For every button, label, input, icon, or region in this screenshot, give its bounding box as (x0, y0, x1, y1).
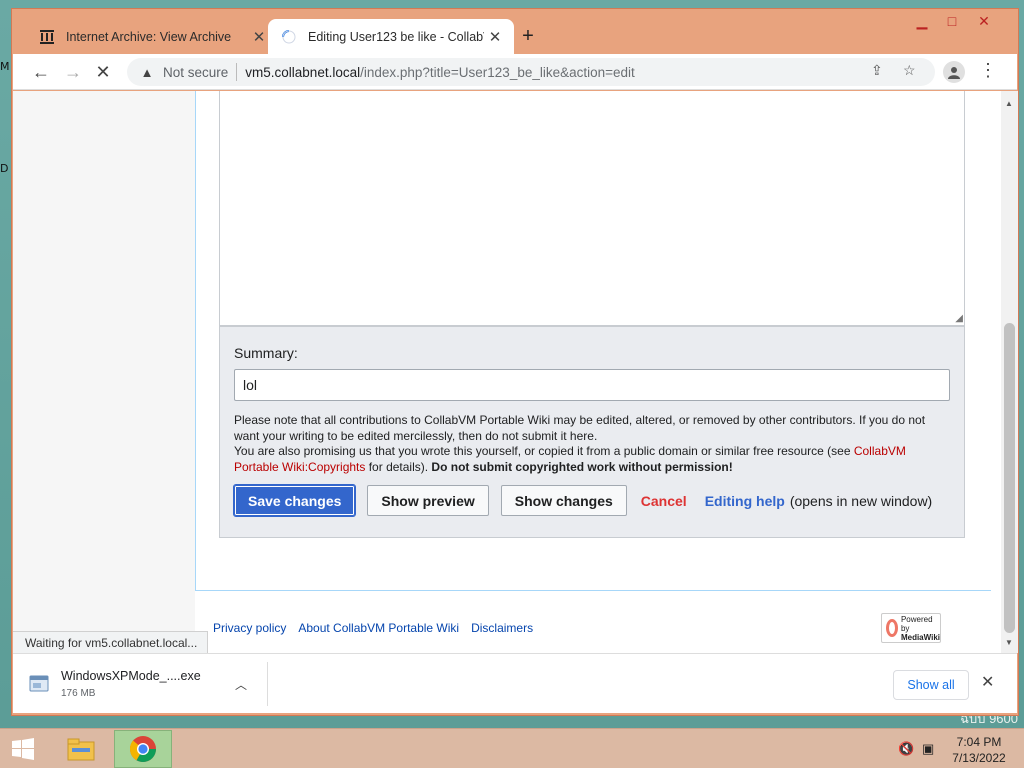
summary-input[interactable] (234, 369, 950, 401)
save-changes-button[interactable]: Save changes (232, 484, 357, 517)
scroll-up-icon[interactable]: ▲ (1005, 99, 1013, 108)
profile-avatar-icon[interactable] (943, 61, 965, 83)
editing-help-link[interactable]: Editing help (705, 493, 785, 509)
privacy-policy-link[interactable]: Privacy policy (213, 621, 286, 635)
minimize-icon[interactable]: ▁ (907, 13, 937, 30)
page-viewport: ◢ Summary: Please note that all contribu… (13, 91, 1001, 653)
show-preview-button[interactable]: Show preview (367, 485, 489, 516)
show-changes-button[interactable]: Show changes (500, 485, 627, 516)
download-file-name: WindowsXPMode_....exe (61, 669, 201, 683)
address-bar[interactable]: ▲ Not secure vm5.collabnet.local /index.… (127, 58, 935, 86)
show-all-button[interactable]: Show all (893, 670, 969, 700)
close-download-bar-icon[interactable]: ✕ (981, 672, 994, 692)
browser-toolbar: ← → ✕ ▲ Not secure vm5.collabnet.local /… (13, 54, 1017, 90)
copyright-note: Please note that all contributions to Co… (234, 413, 950, 475)
download-bar: WindowsXPMode_....exe 176 MB ︿ Show all … (13, 653, 1017, 713)
clock-date: 7/13/2022 (952, 751, 1006, 765)
download-separator (267, 662, 268, 706)
desktop-fragment-d: D (0, 162, 9, 175)
tab-editing-page[interactable]: Editing User123 be like - CollabV ✕ (268, 19, 514, 54)
close-tab-icon[interactable]: ✕ (248, 28, 270, 46)
resize-handle-icon[interactable]: ◢ (955, 313, 963, 324)
scroll-down-icon[interactable]: ▼ (1005, 638, 1013, 647)
taskbar: 🔇 ▣ 7:04 PM 7/13/2022 (0, 728, 1024, 768)
powered-line2: MediaWiki (900, 632, 940, 642)
executable-file-icon (27, 672, 51, 696)
archive-icon (38, 28, 56, 46)
volume-muted-icon[interactable]: 🔇 (898, 741, 914, 757)
forward-arrow-icon[interactable]: → (61, 60, 85, 84)
browser-window: Internet Archive: View Archive ✕ Editing… (11, 8, 1019, 716)
about-link[interactable]: About CollabVM Portable Wiki (298, 621, 459, 635)
summary-label: Summary: (234, 345, 298, 361)
note-text: for details). (365, 459, 432, 474)
tab-title: Internet Archive: View Archive (66, 29, 232, 44)
footer-links: Privacy policy About CollabVM Portable W… (213, 621, 533, 635)
disclaimers-link[interactable]: Disclaimers (471, 621, 533, 635)
download-item[interactable]: WindowsXPMode_....exe 176 MB (27, 660, 255, 708)
windows-start-icon[interactable] (6, 735, 40, 763)
page-scrollbar[interactable]: ▲ ▼ (1001, 91, 1018, 653)
edit-options: Summary: Please note that all contributi… (219, 326, 965, 538)
note-text: You are also promising us that you wrote… (234, 444, 854, 458)
mediawiki-logo-icon (886, 619, 898, 637)
wiki-sidebar (13, 91, 195, 653)
maximize-icon[interactable]: □ (937, 13, 967, 29)
desktop-fragment-m: M (0, 60, 10, 73)
stop-loading-icon[interactable]: ✕ (91, 60, 115, 84)
cancel-link[interactable]: Cancel (641, 493, 687, 509)
close-tab-icon[interactable]: ✕ (484, 28, 506, 46)
download-file-size: 176 MB (61, 688, 96, 699)
chrome-icon[interactable] (114, 730, 172, 768)
loading-spinner-icon (280, 28, 298, 46)
clock-time: 7:04 PM (956, 735, 1002, 749)
note-text: Please note that all contributions to Co… (234, 413, 926, 443)
security-label[interactable]: Not secure (163, 65, 228, 80)
chevron-up-icon[interactable]: ︿ (235, 676, 247, 693)
new-tab-button[interactable]: + (516, 25, 540, 48)
url-host[interactable]: vm5.collabnet.local (245, 65, 360, 80)
network-icon[interactable]: ▣ (922, 741, 934, 757)
powered-line1: Powered by (900, 614, 933, 633)
bookmark-star-icon[interactable]: ☆ (903, 62, 916, 79)
menu-kebab-icon[interactable]: ⋮ (979, 60, 997, 81)
warning-icon[interactable]: ▲ (139, 65, 155, 80)
file-explorer-icon[interactable] (52, 730, 110, 768)
close-window-icon[interactable]: ✕ (969, 13, 999, 30)
powered-by-mediawiki-badge[interactable]: Powered by MediaWiki (881, 613, 941, 643)
edit-buttons: Save changes Show preview Show changes C… (232, 484, 933, 517)
scrollbar-thumb[interactable] (1004, 323, 1015, 633)
tab-strip: Internet Archive: View Archive ✕ Editing… (12, 9, 1018, 54)
edit-textarea[interactable]: ◢ (219, 91, 965, 326)
status-bubble: Waiting for vm5.collabnet.local... (13, 631, 209, 653)
tab-internet-archive[interactable]: Internet Archive: View Archive ✕ (30, 19, 278, 54)
taskbar-clock[interactable]: 7:04 PM 7/13/2022 (944, 734, 1014, 766)
tab-title: Editing User123 be like - CollabV (308, 29, 484, 44)
share-icon[interactable]: ⇪ (871, 62, 883, 79)
url-path[interactable]: /index.php?title=User123_be_like&action=… (360, 65, 635, 80)
back-arrow-icon[interactable]: ← (29, 60, 53, 84)
note-warning: Do not submit copyrighted work without p… (431, 459, 733, 474)
help-note: (opens in new window) (789, 492, 933, 509)
address-separator (236, 63, 238, 81)
